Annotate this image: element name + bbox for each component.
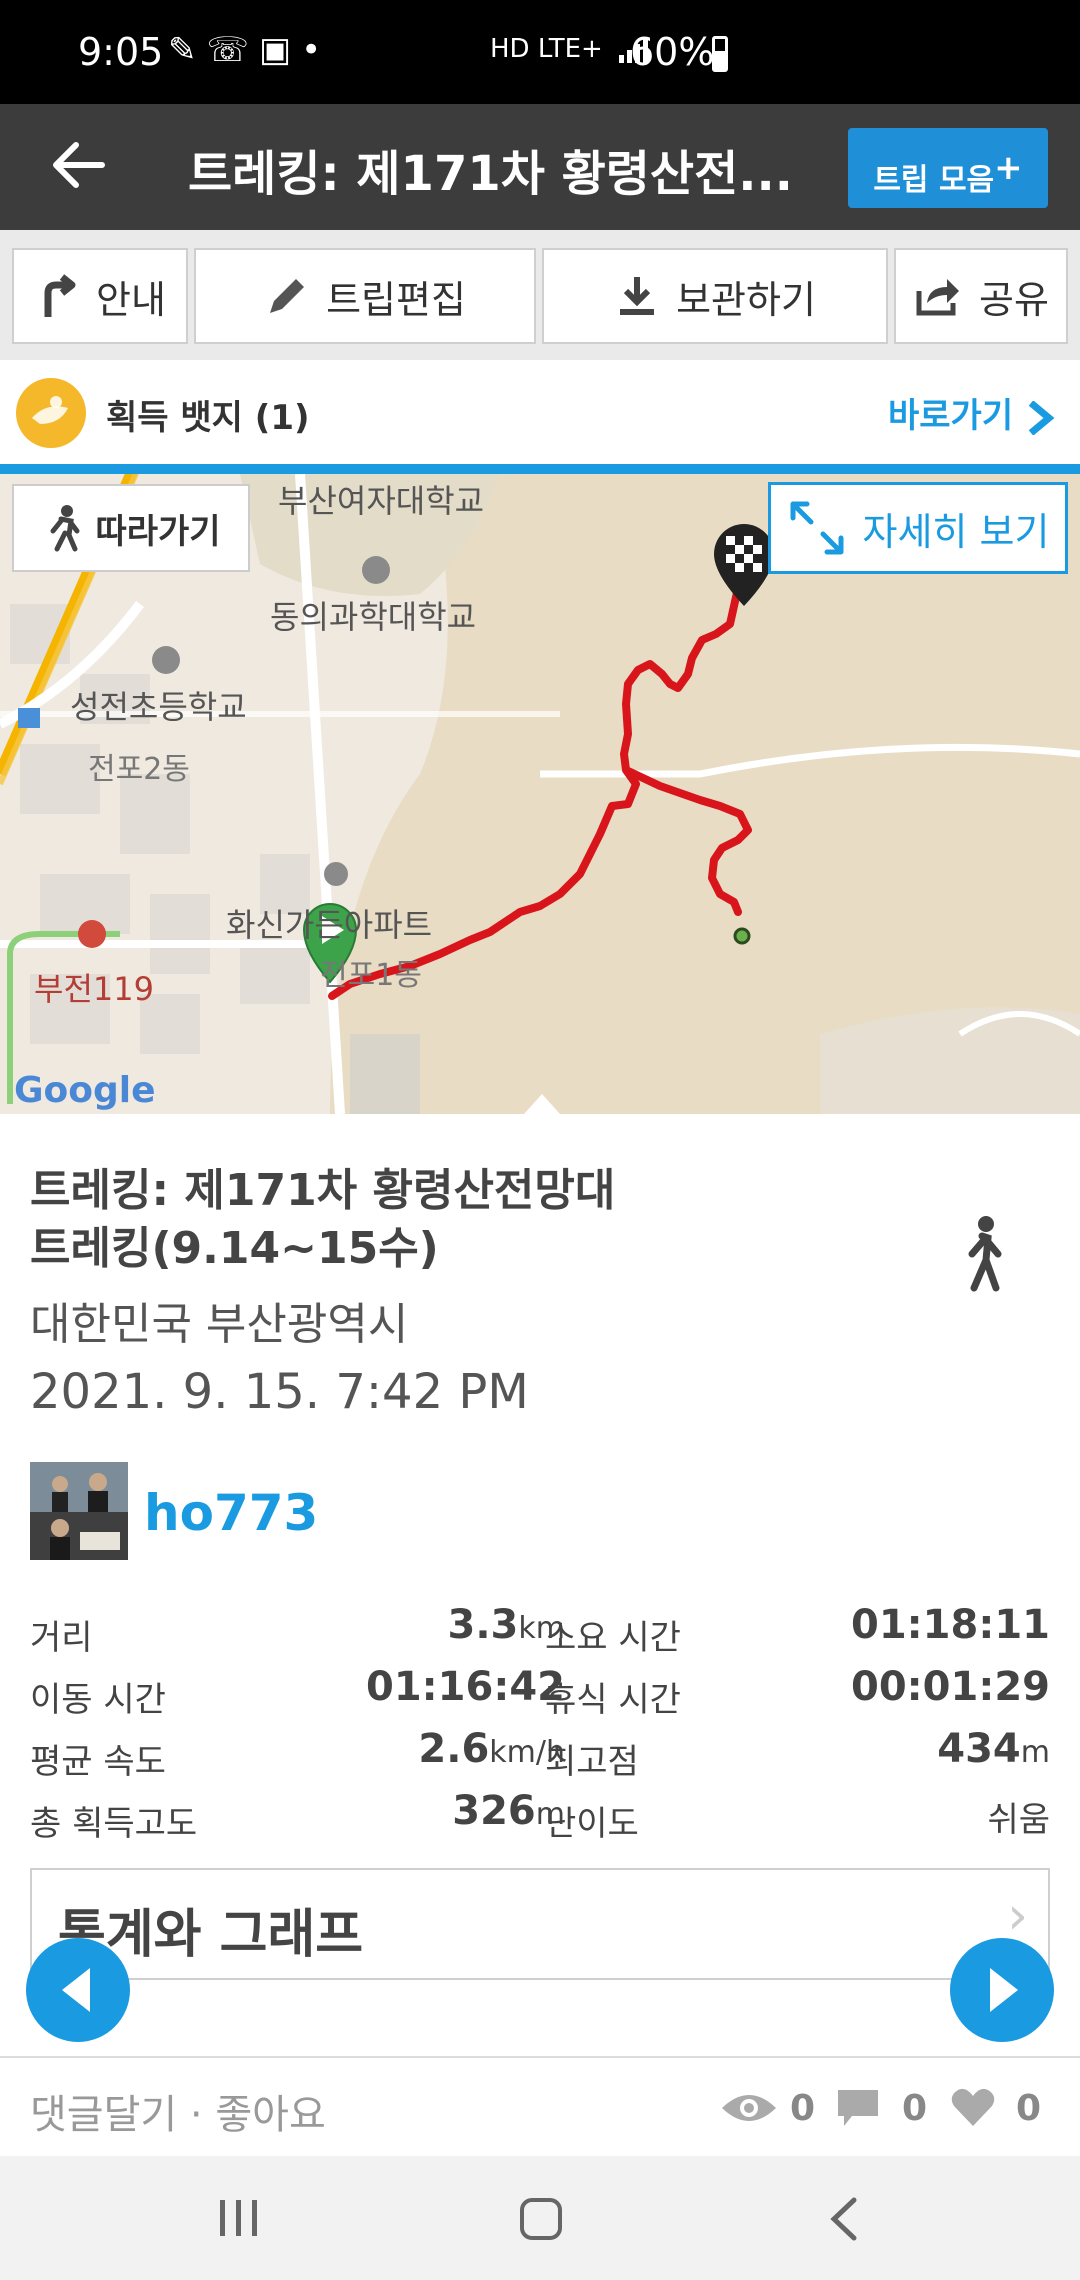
expand-icon — [790, 501, 844, 555]
stat-label: 총 획득고도 — [30, 1804, 198, 1844]
trip-title: 트레킹: 제171차 황령산전망대 트레킹(9.14~15수) — [30, 1165, 616, 1274]
download-icon — [620, 277, 655, 315]
stat-label: 최고점 — [545, 1742, 639, 1782]
next-trip-button[interactable] — [950, 1938, 1054, 2042]
heart-icon — [951, 2088, 995, 2126]
share-icon — [916, 279, 960, 316]
stat-value: 쉬움 — [987, 1800, 1050, 1840]
stat-value: 00:01:29 — [851, 1664, 1050, 1710]
stat-label: 이동 시간 — [30, 1680, 166, 1720]
back-arrow-icon — [53, 142, 105, 188]
battery-icon — [712, 36, 728, 72]
turn-arrow-icon — [44, 274, 76, 317]
call-notification-icon: ☏ — [206, 30, 260, 70]
system-nav-bar — [0, 2156, 1080, 2280]
image-notification-icon: ▣ — [259, 30, 302, 70]
stat-value: 01:16:42 — [366, 1664, 565, 1710]
eye-icon — [722, 2095, 776, 2121]
battery-percent: 60% — [630, 30, 715, 74]
follow-button[interactable]: 따라가기 — [12, 484, 250, 572]
status-bar: 9:05 ✎☏▣• HD LTE+ 60% — [0, 0, 1080, 104]
map-label: 부산여자대학교 — [278, 482, 485, 520]
like-count: 0 — [1016, 2088, 1042, 2129]
dot-icon: • — [301, 30, 332, 70]
share-button[interactable]: 공유 — [894, 248, 1068, 344]
pencil-icon — [270, 279, 305, 313]
avatar[interactable] — [30, 1462, 128, 1560]
google-attribution: Google — [14, 1070, 156, 1111]
stat-value: 326m — [452, 1788, 565, 1834]
trip-collection-button[interactable]: 트립 모음+ — [848, 128, 1048, 208]
walking-icon — [956, 1214, 1012, 1294]
social-footer: 댓글달기 · 좋아요 0 0 0 — [0, 2056, 1080, 2158]
trip-datetime: 2021. 9. 15. 7:42 PM — [30, 1364, 529, 1420]
comment-icon — [838, 2090, 878, 2126]
comment-count: 0 — [902, 2088, 928, 2129]
stat-value: 434m — [937, 1726, 1050, 1772]
detail-view-button[interactable]: 자세히 보기 — [768, 482, 1068, 574]
map-label: 전포2동 — [88, 752, 190, 787]
map-label: 동의과학대학교 — [270, 598, 477, 636]
action-toolbar: 안내 트립편집 보관하기 공유 — [0, 230, 1080, 360]
map-label: 전포1동 — [320, 958, 422, 993]
hiker-icon — [50, 505, 80, 552]
back-nav-icon — [830, 2197, 857, 2241]
stat-value: 2.6km/h — [418, 1726, 565, 1772]
stat-label: 휴식 시간 — [545, 1680, 681, 1720]
route-map[interactable]: 부산여자대학교 동의과학대학교 성전초등학교 전포2동 화신가든아파트 부전11… — [0, 474, 1080, 1114]
stat-label: 소요 시간 — [545, 1618, 681, 1658]
edit-trip-button[interactable]: 트립편집 — [194, 248, 536, 344]
recent-apps-icon — [220, 2200, 257, 2236]
back-button[interactable] — [44, 130, 114, 200]
stat-value: 3.3km — [447, 1602, 565, 1648]
title-bar: 트레킹: 제171차 황령산전... 트립 모음+ — [0, 104, 1080, 230]
page-title: 트레킹: 제171차 황령산전... — [188, 146, 788, 202]
chevron-right-icon: › — [1007, 1886, 1028, 1946]
badge-goto-link[interactable]: 바로가기 — [888, 388, 1055, 437]
map-pointer — [524, 1094, 560, 1114]
map-label: 화신가든아파트 — [226, 906, 433, 944]
username-link[interactable]: ho773 — [144, 1484, 318, 1542]
play-right-icon — [990, 1968, 1018, 2012]
stat-label: 난이도 — [545, 1804, 639, 1844]
trip-location: 대한민국 부산광역시 — [30, 1299, 409, 1350]
map-label: 부전119 — [34, 970, 154, 1008]
save-button[interactable]: 보관하기 — [542, 248, 888, 344]
network-indicator: HD LTE+ — [490, 34, 651, 64]
previous-trip-button[interactable] — [26, 1938, 130, 2042]
plus-icon: + — [994, 148, 1023, 188]
chevron-right-icon — [1028, 399, 1055, 436]
badge-icon — [16, 378, 86, 448]
badge-label: 획득 뱃지 (1) — [106, 398, 310, 438]
status-time: 9:05 — [78, 30, 164, 74]
stat-value: 01:18:11 — [851, 1602, 1050, 1648]
comment-like-link[interactable]: 댓글달기 · 좋아요 — [30, 2082, 326, 2140]
stat-label: 거리 — [30, 1618, 93, 1658]
play-left-icon — [62, 1968, 90, 2012]
edit-notification-icon: ✎ — [168, 30, 207, 70]
home-icon — [520, 2198, 562, 2240]
notification-icons: ✎☏▣• — [168, 30, 331, 70]
map-label: 성전초등학교 — [70, 688, 247, 726]
view-count: 0 — [790, 2088, 816, 2129]
trip-info: 트레킹: 제171차 황령산전망대 트레킹(9.14~15수) 대한민국 부산광… — [0, 1114, 1080, 1874]
stats-graph-row[interactable]: 통계와 그래프 › — [30, 1868, 1050, 1980]
badge-row[interactable]: 획득 뱃지 (1) 바로가기 — [0, 360, 1080, 474]
guide-button[interactable]: 안내 — [12, 248, 188, 344]
stat-label: 평균 속도 — [30, 1742, 166, 1782]
